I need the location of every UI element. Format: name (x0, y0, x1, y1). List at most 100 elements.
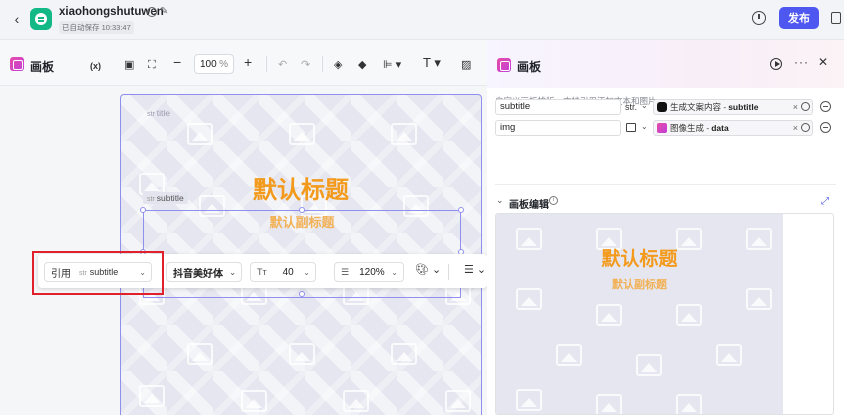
zoom-out-icon[interactable]: − (173, 55, 181, 69)
chevron-down-icon: ⌄ (391, 267, 398, 277)
variable-icon[interactable]: (x) (90, 60, 101, 72)
clear-icon[interactable]: × (793, 100, 798, 114)
zoom-input[interactable]: 100 % (194, 54, 234, 74)
line-height-value: 120% (359, 266, 385, 278)
publish-button[interactable]: 发布 (779, 7, 819, 29)
autosave-status: 已自动保存 10:33:47 (59, 21, 134, 34)
clear-icon[interactable]: × (793, 121, 798, 135)
image-placeholder-icon (391, 123, 417, 145)
image-placeholder-icon (391, 343, 417, 365)
redo-icon[interactable]: ↷ (301, 59, 310, 71)
image-placeholder-icon (241, 390, 267, 412)
info-icon[interactable]: i (147, 7, 157, 17)
layer-up-icon[interactable]: ◈ (334, 59, 342, 71)
more-icon[interactable]: ··· (794, 55, 809, 69)
toolbar-divider (448, 264, 449, 280)
chevron-down-icon[interactable]: ⌄ (641, 101, 648, 110)
section-title[interactable]: 画板编辑 (509, 196, 549, 211)
canvas-editor: 画板 (x) ▣ ⛶ − 100 % + ↶ ↷ ◈ ◆ ⊫ ▾ T ▾ ▨ s… (0, 40, 487, 415)
node-config-panel: 画板 ··· ✕ 自定义画板排版，支持引用添加文本和图片 subtitle st… (487, 40, 844, 415)
canvas-panel-icon (497, 58, 511, 72)
image-placeholder-icon (596, 304, 622, 326)
remove-row-icon[interactable] (820, 101, 831, 112)
image-placeholder-icon (676, 394, 702, 414)
target-icon[interactable] (801, 123, 810, 132)
value-reference[interactable]: 图像生成 - data × (653, 120, 813, 136)
preview-artboard: 默认标题 默认副标题 (496, 214, 783, 414)
canvas-preview[interactable]: 默认标题 默认副标题 (495, 213, 834, 415)
canvas-subtitle-text[interactable]: 默认副标题 (143, 212, 461, 231)
chevron-down-icon: ⌄ (229, 267, 236, 277)
align-icon[interactable]: ⊫ ▾ (383, 59, 401, 71)
history-icon[interactable] (752, 11, 766, 25)
info-icon[interactable]: i (549, 196, 558, 205)
editor-title: 画板 (30, 60, 55, 74)
text-tool-icon[interactable]: T ▾ (423, 56, 441, 69)
resize-handle[interactable] (299, 291, 305, 297)
image-placeholder-icon (516, 389, 542, 411)
image-gen-node-icon (657, 123, 667, 133)
close-icon[interactable]: ✕ (818, 55, 828, 69)
image-placeholder-icon (636, 354, 662, 376)
color-palette-icon[interactable]: 🎨︎ ⌄ (415, 264, 441, 276)
divider (495, 184, 836, 185)
image-placeholder-icon (187, 123, 213, 145)
chevron-down-icon[interactable]: ⌄ (641, 122, 648, 131)
chevron-down-icon: ⌄ (303, 267, 310, 277)
resize-handle[interactable] (299, 207, 305, 213)
expand-icon[interactable]: ⤢ (821, 196, 829, 207)
image-type-icon[interactable] (626, 123, 636, 132)
layers-icon[interactable]: ◆ (358, 59, 366, 71)
toolbar-divider (322, 56, 323, 72)
image-placeholder-icon (716, 344, 742, 366)
target-icon[interactable] (801, 102, 810, 111)
image-placeholder-icon (139, 385, 165, 407)
chevron-down-icon[interactable]: ⌄ (496, 195, 504, 206)
title-layer-tag[interactable]: str title (147, 108, 170, 118)
image-placeholder-icon (596, 394, 622, 414)
panel-title: 画板 (517, 60, 542, 74)
image-placeholder-icon (187, 343, 213, 365)
preview-title-text: 默认标题 (601, 248, 678, 270)
text-gen-node-icon (657, 102, 667, 112)
image-placeholder-icon (445, 390, 471, 412)
image-placeholder-icon (556, 344, 582, 366)
editor-toolbar: 画板 (x) ▣ ⛶ − 100 % + ↶ ↷ ◈ ◆ ⊫ ▾ T ▾ ▨ (0, 40, 487, 86)
font-size-value: 40 (282, 266, 294, 278)
zoom-value: 100 (200, 58, 217, 70)
run-icon[interactable] (770, 58, 782, 70)
image-insert-icon[interactable]: ▨ (461, 59, 471, 71)
image-placeholder-icon (289, 123, 315, 145)
app-logo-icon (30, 8, 52, 30)
copy-icon[interactable] (831, 12, 841, 24)
field-name-input[interactable]: subtitle (495, 99, 621, 115)
panel-header: 画板 ··· ✕ (487, 40, 844, 88)
remove-row-icon[interactable] (820, 122, 831, 133)
text-align-icon[interactable]: ☰ ⌄ (464, 264, 486, 276)
preview-subtitle-text: 默认副标题 (612, 278, 667, 291)
font-size-select[interactable]: Tт 40 ⌄ (250, 262, 316, 282)
zoom-unit: % (219, 58, 228, 70)
image-placeholder-icon (343, 390, 369, 412)
resize-handle[interactable] (458, 207, 464, 213)
toolbar-divider (266, 56, 267, 72)
font-size-icon: Tт (257, 267, 267, 277)
image-placeholder-icon (676, 304, 702, 326)
image-placeholder-icon (289, 343, 315, 365)
image-frame-icon[interactable]: ▣ (124, 59, 134, 71)
input-row: img ⌄ 图像生成 - data × (495, 120, 838, 138)
value-reference[interactable]: 生成文案内容 - subtitle × (653, 99, 813, 115)
resize-handle[interactable] (140, 207, 146, 213)
field-name-input[interactable]: img (495, 120, 621, 136)
font-family-value: 抖音美好体 (173, 268, 223, 280)
edit-icon[interactable]: ✎ (160, 6, 168, 17)
line-height-select[interactable]: ☰ 120% ⌄ (334, 262, 404, 282)
back-arrow-icon[interactable]: ‹ (8, 10, 26, 28)
undo-icon[interactable]: ↶ (278, 59, 287, 71)
line-height-icon: ☰ (341, 266, 350, 277)
font-family-select[interactable]: 抖音美好体 ⌄ (166, 262, 242, 282)
top-bar: ‹ xiaohongshutuwen i ✎ 已自动保存 10:33:47 发布 (0, 0, 844, 40)
fit-screen-icon[interactable]: ⛶ (148, 59, 156, 71)
zoom-in-icon[interactable]: + (244, 55, 252, 69)
subtitle-layer-tag[interactable]: str subtitle (143, 192, 188, 204)
